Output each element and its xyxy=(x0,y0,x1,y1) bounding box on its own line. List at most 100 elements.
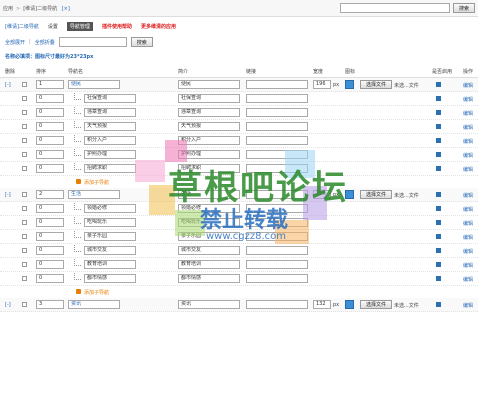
name-input[interactable]: 生活 xyxy=(68,190,120,199)
name-input[interactable]: 亲子乐园 xyxy=(84,232,136,241)
delete-checkbox[interactable] xyxy=(22,124,27,129)
collapse-all-link[interactable]: 全部折叠 xyxy=(35,39,55,46)
name-input[interactable]: 便民 xyxy=(68,80,120,89)
intro-input[interactable]: 天气预报 xyxy=(178,122,240,131)
delete-checkbox[interactable] xyxy=(22,262,27,267)
enabled-checkbox[interactable] xyxy=(436,302,441,307)
order-input[interactable]: 0 xyxy=(36,108,64,117)
name-input[interactable]: 领婚必修 xyxy=(84,204,136,213)
intro-input[interactable]: 积分入户 xyxy=(178,136,240,145)
order-input[interactable]: 0 xyxy=(36,94,64,103)
link-input[interactable] xyxy=(246,300,308,309)
delete-checkbox[interactable] xyxy=(22,166,27,171)
top-search-button[interactable]: 搜索 xyxy=(452,3,475,13)
add-child-link[interactable]: 添加子导航 xyxy=(84,179,109,186)
nav-search-input[interactable] xyxy=(58,37,127,47)
order-input[interactable]: 3 xyxy=(36,300,64,309)
name-input[interactable]: 吃喝玩乐 xyxy=(84,218,136,227)
delete-checkbox[interactable] xyxy=(22,206,27,211)
order-input[interactable]: 0 xyxy=(36,204,64,213)
order-input[interactable]: 0 xyxy=(36,246,64,255)
intro-input[interactable]: 资讯 xyxy=(178,300,240,309)
edit-link[interactable]: 编辑 xyxy=(463,166,473,173)
tab-settings[interactable]: 设置 xyxy=(48,23,58,30)
delete-checkbox[interactable] xyxy=(22,82,27,87)
order-input[interactable]: 0 xyxy=(36,164,64,173)
edit-link[interactable]: 编辑 xyxy=(463,234,473,241)
intro-input[interactable]: 护照办理 xyxy=(178,150,240,159)
enabled-checkbox[interactable] xyxy=(436,248,441,253)
enabled-checkbox[interactable] xyxy=(436,206,441,211)
delete-checkbox[interactable] xyxy=(22,302,27,307)
plugin-title[interactable]: [维请]二级导航 xyxy=(5,23,39,30)
edit-link[interactable]: 编辑 xyxy=(463,220,473,227)
breadcrumb-apps[interactable]: 应用 xyxy=(3,6,13,12)
collapse-toggle[interactable]: [-] xyxy=(5,192,11,198)
name-input[interactable]: 天气预报 xyxy=(84,122,136,131)
enabled-checkbox[interactable] xyxy=(436,192,441,197)
width-input[interactable]: 196 xyxy=(313,80,331,89)
choose-file-button[interactable]: 选择文件 xyxy=(360,190,393,199)
edit-link[interactable]: 编辑 xyxy=(463,124,473,131)
enabled-checkbox[interactable] xyxy=(436,276,441,281)
enabled-checkbox[interactable] xyxy=(436,166,441,171)
order-input[interactable]: 0 xyxy=(36,232,64,241)
expand-all-link[interactable]: 全部展开 xyxy=(5,39,25,46)
delete-checkbox[interactable] xyxy=(22,96,27,101)
edit-link[interactable]: 编辑 xyxy=(463,302,473,309)
edit-link[interactable]: 编辑 xyxy=(463,138,473,145)
tab-nav-manage[interactable]: 导航管理 xyxy=(66,21,93,31)
link-input[interactable] xyxy=(246,136,308,145)
order-input[interactable]: 0 xyxy=(36,122,64,131)
edit-link[interactable]: 编辑 xyxy=(463,110,473,117)
collapse-toggle[interactable]: [-] xyxy=(5,302,11,308)
delete-checkbox[interactable] xyxy=(22,138,27,143)
name-input[interactable]: 社保查询 xyxy=(84,94,136,103)
link-input[interactable] xyxy=(246,274,308,283)
edit-link[interactable]: 编辑 xyxy=(463,248,473,255)
enabled-checkbox[interactable] xyxy=(436,96,441,101)
name-input[interactable]: 积分入户 xyxy=(84,136,136,145)
link-input[interactable] xyxy=(246,94,308,103)
link-input[interactable] xyxy=(246,80,308,89)
edit-link[interactable]: 编辑 xyxy=(463,262,473,269)
edit-link[interactable]: 编辑 xyxy=(463,96,473,103)
enabled-checkbox[interactable] xyxy=(436,138,441,143)
intro-input[interactable]: 教育培训 xyxy=(178,260,240,269)
intro-input[interactable]: 违章查询 xyxy=(178,108,240,117)
enabled-checkbox[interactable] xyxy=(436,124,441,129)
delete-checkbox[interactable] xyxy=(22,110,27,115)
top-search-input[interactable] xyxy=(339,3,450,13)
name-input[interactable]: 违章查询 xyxy=(84,108,136,117)
name-input[interactable]: 教育培训 xyxy=(84,260,136,269)
order-input[interactable]: 2 xyxy=(36,190,64,199)
breadcrumb-close[interactable]: [×] xyxy=(62,6,70,12)
collapse-toggle[interactable]: [-] xyxy=(5,82,11,88)
link-input[interactable] xyxy=(246,150,308,159)
choose-file-button[interactable]: 选择文件 xyxy=(360,80,393,89)
delete-checkbox[interactable] xyxy=(22,234,27,239)
link-input[interactable] xyxy=(246,122,308,131)
name-input[interactable]: 都市情感 xyxy=(84,274,136,283)
order-input[interactable]: 0 xyxy=(36,150,64,159)
edit-link[interactable]: 编辑 xyxy=(463,276,473,283)
width-input[interactable]: 132 xyxy=(313,300,331,309)
add-child-link[interactable]: 添加子导航 xyxy=(84,289,109,296)
intro-input[interactable]: 城市交友 xyxy=(178,246,240,255)
plugin-help-link[interactable]: 插件使用帮助 xyxy=(102,23,132,30)
enabled-checkbox[interactable] xyxy=(436,152,441,157)
enabled-checkbox[interactable] xyxy=(436,262,441,267)
delete-checkbox[interactable] xyxy=(22,152,27,157)
name-input[interactable]: 城市交友 xyxy=(84,246,136,255)
enabled-checkbox[interactable] xyxy=(436,82,441,87)
choose-file-button[interactable]: 选择文件 xyxy=(360,300,393,309)
order-input[interactable]: 1 xyxy=(36,80,64,89)
name-input[interactable]: 资讯 xyxy=(68,300,120,309)
delete-checkbox[interactable] xyxy=(22,192,27,197)
order-input[interactable]: 0 xyxy=(36,218,64,227)
edit-link[interactable]: 编辑 xyxy=(463,82,473,89)
order-input[interactable]: 0 xyxy=(36,136,64,145)
delete-checkbox[interactable] xyxy=(22,276,27,281)
breadcrumb-plugin[interactable]: [维请]二级导航 xyxy=(23,6,57,12)
intro-input[interactable]: 便民 xyxy=(178,80,240,89)
